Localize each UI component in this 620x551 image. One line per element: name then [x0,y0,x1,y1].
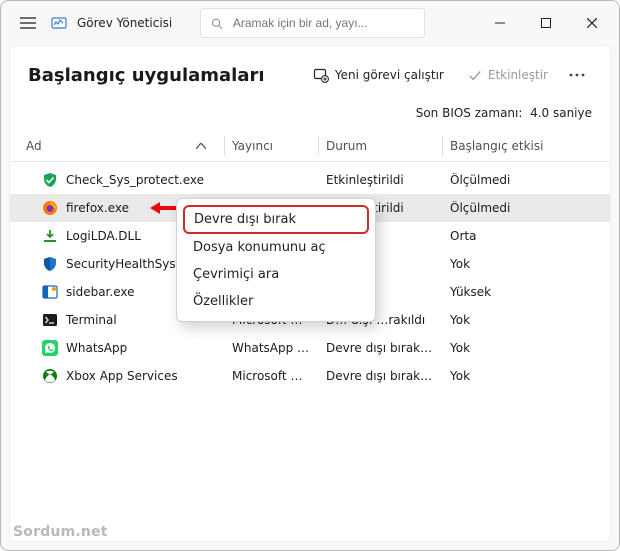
page-title: Başlangıç uygulamaları [28,65,265,86]
firefox-icon [42,200,58,216]
row-name: firefox.exe [66,201,129,215]
table-row[interactable]: Xbox App Services Microsoft C...Devre dış… [10,362,610,390]
row-name: SecurityHealthSyst [66,257,180,271]
enable-button[interactable]: Etkinleştir [458,63,558,87]
row-impact: Ölçülmedi [442,201,610,215]
shield-green-icon [42,172,58,188]
titlebar: Görev Yöneticisi [1,1,619,45]
column-name[interactable]: Ad [18,130,224,161]
row-status: Devre dışı bırakıldı [318,341,442,355]
run-new-task-button[interactable]: Yeni görevi çalıştır [303,62,454,88]
run-new-task-icon [313,67,329,83]
download-icon [42,228,58,244]
maximize-icon [541,18,551,28]
maximize-button[interactable] [523,8,569,38]
row-name: Check_Sys_protect.exe [66,173,204,187]
close-icon [587,18,597,28]
table-row[interactable]: WhatsApp WhatsApp I...Devre dışı bırakıld… [10,334,610,362]
app-icon [51,15,67,31]
context-menu: Devre dışı bırakDosya konumunu açÇevrimi… [176,198,376,322]
column-status[interactable]: Durum [318,130,442,161]
row-impact: Yok [442,369,610,383]
bios-label: Son BIOS zamanı: [416,106,523,120]
xbox-icon [42,368,58,384]
more-icon [569,73,585,77]
row-publisher: WhatsApp I... [224,341,318,355]
search-icon [211,17,223,30]
search-input[interactable] [233,16,414,30]
window-frame: Görev Yöneticisi [0,0,620,551]
row-impact: Orta [442,229,610,243]
terminal-icon [42,312,58,328]
search-box[interactable] [200,8,425,38]
row-impact: Yüksek [442,285,610,299]
window-controls [477,8,615,38]
whatsapp-icon [42,340,58,356]
watermark: Sordum.net [13,524,108,540]
bios-time: Son BIOS zamanı: 4.0 saniye [10,100,610,130]
row-impact: Yok [442,341,610,355]
row-name: WhatsApp [66,341,127,355]
row-impact: Yok [442,257,610,271]
more-button[interactable] [562,73,592,77]
pointer-arrow-icon [150,201,176,215]
row-impact: Yok [442,313,610,327]
row-publisher: Microsoft C... [224,369,318,383]
context-menu-props[interactable]: Özellikler [183,288,369,315]
menu-button[interactable] [15,10,41,36]
table-row[interactable]: Check_Sys_protect.exe EtkinleştirildiÖlçü… [10,166,610,194]
row-name: LogiLDA.DLL [66,229,141,243]
row-name: Terminal [66,313,117,327]
window-title: Görev Yöneticisi [77,16,172,30]
minimize-icon [495,18,505,28]
run-new-task-label: Yeni görevi çalıştır [335,68,444,82]
context-menu-search[interactable]: Çevrimiçi ara [183,261,369,288]
column-impact[interactable]: Başlangıç etkisi [442,130,610,161]
row-status: Etkinleştirildi [318,173,442,187]
hamburger-icon [20,17,36,29]
row-name: Xbox App Services [66,369,178,383]
page-header: Başlangıç uygulamaları Yeni görevi çalış… [10,46,610,100]
row-name: sidebar.exe [66,285,135,299]
startup-table: Ad Yayıncı Durum Başlangıç etkisi Check_… [10,130,610,541]
bios-value: 4.0 saniye [530,106,592,120]
shield-blue-icon [42,256,58,272]
content-panel: Başlangıç uygulamaları Yeni görevi çalış… [9,45,611,542]
check-icon [468,68,482,82]
row-status: Devre dışı bırakıldı [318,369,442,383]
context-menu-disable[interactable]: Devre dışı bırak [183,205,369,234]
column-publisher[interactable]: Yayıncı [224,130,318,161]
minimize-button[interactable] [477,8,523,38]
sort-ascending-icon [196,143,206,149]
row-impact: Ölçülmedi [442,173,610,187]
sidebar-icon [42,284,58,300]
context-menu-open-loc[interactable]: Dosya konumunu aç [183,234,369,261]
enable-label: Etkinleştir [488,68,548,82]
table-header: Ad Yayıncı Durum Başlangıç etkisi [10,130,610,162]
close-button[interactable] [569,8,615,38]
